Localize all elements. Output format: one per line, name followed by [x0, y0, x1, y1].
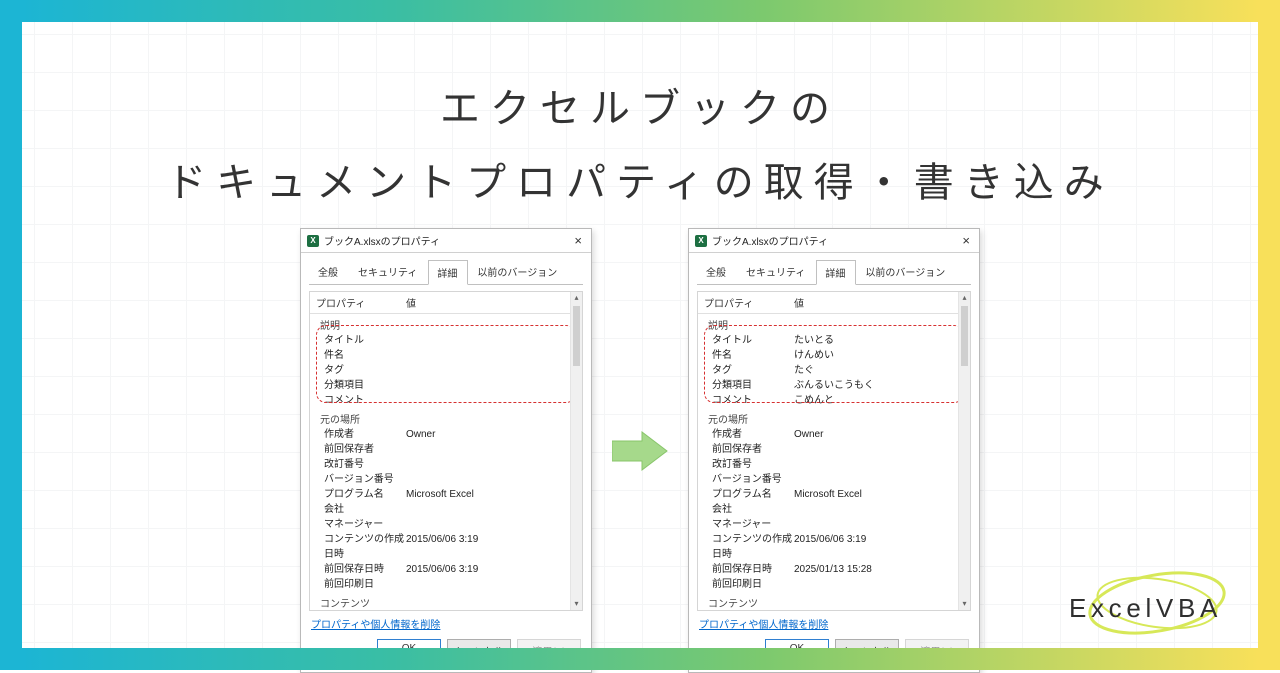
excel-icon: X: [307, 235, 319, 247]
vertical-scrollbar[interactable]: ▴ ▾: [958, 292, 970, 610]
row-manager[interactable]: マネージャー: [698, 517, 970, 532]
vertical-scrollbar[interactable]: ▴ ▾: [570, 292, 582, 610]
cancel-button[interactable]: キャンセル: [447, 639, 511, 662]
header-property: プロパティ: [310, 292, 400, 313]
header-value: 値: [400, 292, 582, 313]
section-origin: 元の場所: [310, 408, 582, 427]
tab-details[interactable]: 詳細: [816, 260, 856, 285]
section-contents: コンテンツ: [310, 592, 582, 611]
delete-properties-link[interactable]: プロパティや個人情報を削除: [311, 616, 440, 631]
scroll-thumb[interactable]: [573, 306, 580, 366]
excel-icon: X: [695, 235, 707, 247]
row-version[interactable]: バージョン番号: [698, 472, 970, 487]
heading-line-2: ドキュメントプロパティの取得・書き込み: [0, 146, 1280, 220]
ok-button[interactable]: OK: [765, 639, 829, 662]
row-company[interactable]: 会社: [698, 502, 970, 517]
scroll-up-icon[interactable]: ▴: [959, 292, 970, 304]
tab-security[interactable]: セキュリティ: [349, 259, 428, 284]
section-description: 説明: [698, 314, 970, 333]
main-heading: エクセルブックの ドキュメントプロパティの取得・書き込み: [0, 0, 1280, 220]
titlebar[interactable]: X ブックA.xlsxのプロパティ ×: [689, 229, 979, 253]
row-lastsavedby[interactable]: 前回保存者: [310, 442, 582, 457]
row-created[interactable]: コンテンツの作成日時2015/06/06 3:19: [310, 532, 582, 562]
row-revision[interactable]: 改訂番号: [310, 457, 582, 472]
scroll-thumb[interactable]: [961, 306, 968, 366]
titlebar[interactable]: X ブックA.xlsxのプロパティ ×: [301, 229, 591, 253]
apply-button: 適用(A): [517, 639, 581, 662]
tab-general[interactable]: 全般: [309, 259, 349, 284]
window-title: ブックA.xlsxのプロパティ: [324, 233, 440, 248]
close-icon[interactable]: ×: [959, 233, 973, 248]
brand-label: ExcelVBA: [1069, 593, 1222, 624]
row-version[interactable]: バージョン番号: [310, 472, 582, 487]
scroll-down-icon[interactable]: ▾: [571, 598, 582, 610]
row-program[interactable]: プログラム名Microsoft Excel: [310, 487, 582, 502]
tab-details[interactable]: 詳細: [428, 260, 468, 285]
properties-dialog-before: X ブックA.xlsxのプロパティ × 全般 セキュリティ 詳細 以前のバージョ…: [300, 228, 592, 673]
property-list: プロパティ 値 説明 タイトルたいとる 件名けんめい タグたぐ 分類項目ぶんるい…: [697, 291, 971, 611]
row-subject[interactable]: 件名: [310, 348, 582, 363]
heading-line-1: エクセルブックの: [0, 72, 1280, 146]
row-subject[interactable]: 件名けんめい: [698, 348, 970, 363]
section-contents: コンテンツ: [698, 592, 970, 611]
row-category[interactable]: 分類項目ぶんるいこうもく: [698, 378, 970, 393]
row-lastsavedby[interactable]: 前回保存者: [698, 442, 970, 457]
row-author[interactable]: 作成者Owner: [310, 427, 582, 442]
row-lastsaved[interactable]: 前回保存日時2025/01/13 15:28: [698, 562, 970, 577]
row-lastprinted[interactable]: 前回印刷日: [310, 577, 582, 592]
transition-arrow-icon: [612, 430, 668, 472]
tab-previous-versions[interactable]: 以前のバージョン: [468, 259, 568, 284]
properties-dialog-after: X ブックA.xlsxのプロパティ × 全般 セキュリティ 詳細 以前のバージョ…: [688, 228, 980, 673]
row-comment[interactable]: コメント: [310, 393, 582, 408]
button-row: OK キャンセル 適用(A): [689, 631, 979, 672]
row-title[interactable]: タイトルたいとる: [698, 333, 970, 348]
row-tags[interactable]: タグたぐ: [698, 363, 970, 378]
ok-button[interactable]: OK: [377, 639, 441, 662]
window-title: ブックA.xlsxのプロパティ: [712, 233, 828, 248]
header-property: プロパティ: [698, 292, 788, 313]
list-header: プロパティ 値: [698, 292, 970, 314]
property-list: プロパティ 値 説明 タイトル 件名 タグ 分類項目 コメント 元の場所 作成者…: [309, 291, 583, 611]
row-tags[interactable]: タグ: [310, 363, 582, 378]
row-author[interactable]: 作成者Owner: [698, 427, 970, 442]
apply-button: 適用(A): [905, 639, 969, 662]
section-description: 説明: [310, 314, 582, 333]
delete-properties-link[interactable]: プロパティや個人情報を削除: [699, 616, 828, 631]
tab-bar: 全般 セキュリティ 詳細 以前のバージョン: [689, 253, 979, 284]
tab-security[interactable]: セキュリティ: [737, 259, 816, 284]
scroll-down-icon[interactable]: ▾: [959, 598, 970, 610]
list-header: プロパティ 値: [310, 292, 582, 314]
close-icon[interactable]: ×: [571, 233, 585, 248]
row-revision[interactable]: 改訂番号: [698, 457, 970, 472]
row-manager[interactable]: マネージャー: [310, 517, 582, 532]
row-program[interactable]: プログラム名Microsoft Excel: [698, 487, 970, 502]
scroll-up-icon[interactable]: ▴: [571, 292, 582, 304]
tab-general[interactable]: 全般: [697, 259, 737, 284]
row-company[interactable]: 会社: [310, 502, 582, 517]
tab-bar: 全般 セキュリティ 詳細 以前のバージョン: [301, 253, 591, 284]
row-created[interactable]: コンテンツの作成日時2015/06/06 3:19: [698, 532, 970, 562]
tab-previous-versions[interactable]: 以前のバージョン: [856, 259, 956, 284]
cancel-button[interactable]: キャンセル: [835, 639, 899, 662]
row-lastprinted[interactable]: 前回印刷日: [698, 577, 970, 592]
row-title[interactable]: タイトル: [310, 333, 582, 348]
button-row: OK キャンセル 適用(A): [301, 631, 591, 672]
row-comment[interactable]: コメントこめんと: [698, 393, 970, 408]
section-origin: 元の場所: [698, 408, 970, 427]
row-lastsaved[interactable]: 前回保存日時2015/06/06 3:19: [310, 562, 582, 577]
row-category[interactable]: 分類項目: [310, 378, 582, 393]
header-value: 値: [788, 292, 970, 313]
